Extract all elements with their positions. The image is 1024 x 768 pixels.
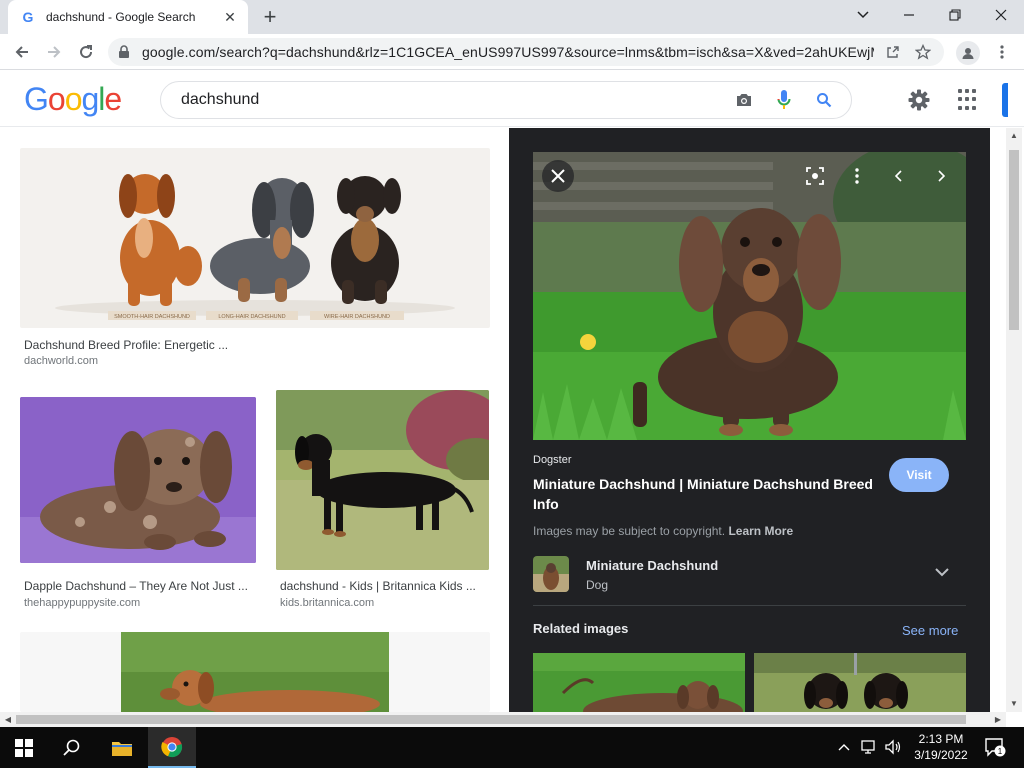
address-bar[interactable]: google.com/search?q=dachshund&rlz=1C1GCE… [108, 38, 944, 66]
back-button[interactable] [8, 38, 36, 66]
windows-taskbar: 2:13 PM 3/19/2022 1 [0, 727, 1024, 768]
search-box [160, 81, 852, 119]
camera-search-icon[interactable] [727, 85, 761, 115]
profile-avatar-icon[interactable] [956, 41, 980, 65]
result-source-1[interactable]: dachworld.com [24, 355, 98, 367]
entity-type: Dog [586, 578, 609, 592]
next-image-icon[interactable] [925, 160, 957, 192]
entity-thumbnail [533, 556, 569, 592]
reload-button[interactable] [72, 38, 100, 66]
preview-title[interactable]: Miniature Dachshund | Miniature Dachshun… [533, 474, 883, 514]
windows-start-icon[interactable] [0, 727, 48, 768]
search-input[interactable] [181, 91, 721, 109]
forward-button[interactable] [40, 38, 68, 66]
restore-button[interactable] [932, 0, 978, 30]
sign-in-button[interactable] [1002, 83, 1008, 117]
bookmark-star-icon[interactable] [912, 41, 934, 63]
result-source-3[interactable]: kids.britannica.com [280, 597, 374, 609]
notification-count: 1 [998, 747, 1003, 756]
browser-tab[interactable]: G dachshund - Google Search ✕ [8, 0, 248, 34]
show-hidden-icons-icon[interactable] [838, 739, 850, 754]
share-icon[interactable] [882, 41, 904, 63]
result-title-2[interactable]: Dapple Dachshund – They Are Not Just ... [24, 579, 254, 593]
image-preview-panel: Dogster Miniature Dachshund | Miniature … [509, 128, 990, 712]
previous-image-icon[interactable] [883, 160, 915, 192]
more-options-icon[interactable] [841, 160, 873, 192]
result-title-3[interactable]: dachshund - Kids | Britannica Kids ... [280, 579, 485, 593]
url-text: google.com/search?q=dachshund&rlz=1C1GCE… [142, 44, 874, 60]
tab-title: dachshund - Google Search [46, 10, 196, 24]
visit-button[interactable]: Visit [889, 458, 949, 492]
new-tab-button[interactable]: + [258, 5, 282, 29]
result-image-1[interactable]: SMOOTH-HAIR DACHSHUND LONG-HAIR DACHSHUN… [20, 148, 490, 328]
caption-smooth-hair: SMOOTH-HAIR DACHSHUND [114, 314, 190, 320]
tab-strip: G dachshund - Google Search ✕ + [0, 0, 1024, 34]
related-image-1[interactable] [533, 653, 745, 712]
network-icon[interactable] [860, 739, 878, 758]
related-images-heading: Related images [533, 621, 629, 636]
tab-close-icon[interactable]: ✕ [220, 7, 240, 27]
result-image-3[interactable] [276, 390, 489, 570]
volume-icon[interactable] [884, 739, 902, 758]
minimize-button[interactable] [886, 0, 932, 30]
copyright-text: Images may be subject to copyright. [533, 524, 726, 538]
browser-toolbar: google.com/search?q=dachshund&rlz=1C1GCE… [0, 34, 1024, 70]
preview-image[interactable] [533, 152, 966, 440]
scroll-left-arrow-icon[interactable]: ◀ [0, 712, 16, 727]
google-favicon-icon: G [22, 9, 34, 25]
image-results: SMOOTH-HAIR DACHSHUND LONG-HAIR DACHSHUN… [0, 128, 509, 712]
notification-center-icon[interactable]: 1 [984, 737, 1006, 760]
scroll-up-arrow-icon[interactable]: ▲ [1006, 128, 1022, 142]
search-taskbar-icon[interactable] [48, 727, 96, 768]
scroll-down-arrow-icon[interactable]: ▼ [1006, 696, 1022, 710]
microphone-icon[interactable] [767, 85, 801, 115]
scroll-right-arrow-icon[interactable]: ▶ [990, 712, 1006, 727]
chevron-down-icon[interactable] [935, 564, 955, 584]
result-image-4[interactable] [20, 632, 490, 712]
clock-time: 2:13 PM [918, 732, 964, 746]
google-apps-icon[interactable] [958, 89, 980, 111]
settings-gear-icon[interactable] [906, 87, 932, 113]
close-icon[interactable] [542, 160, 574, 192]
related-image-2[interactable] [754, 653, 966, 712]
entity-name: Miniature Dachshund [586, 558, 719, 573]
google-header: Google [0, 71, 1024, 127]
see-more-link[interactable]: See more [902, 623, 958, 638]
vertical-scroll-thumb[interactable] [1009, 150, 1019, 330]
close-window-button[interactable] [978, 0, 1024, 30]
result-source-2[interactable]: thehappypuppysite.com [24, 597, 140, 609]
caption-long-hair: LONG-HAIR DACHSHUND [218, 314, 285, 320]
horizontal-scroll-thumb[interactable] [16, 715, 966, 724]
knowledge-entity-row[interactable]: Miniature Dachshund Dog [533, 556, 966, 606]
lock-icon[interactable] [118, 45, 132, 59]
lens-search-icon[interactable] [799, 160, 831, 192]
preview-source-name[interactable]: Dogster [533, 454, 572, 466]
chrome-menu-icon[interactable] [992, 40, 1012, 64]
clock-date: 3/19/2022 [914, 748, 968, 762]
result-image-2[interactable] [20, 397, 256, 563]
search-icon[interactable] [807, 85, 841, 115]
file-explorer-icon[interactable] [98, 727, 146, 768]
result-title-1[interactable]: Dachshund Breed Profile: Energetic ... [24, 338, 484, 352]
system-clock[interactable]: 2:13 PM 3/19/2022 [906, 731, 976, 763]
copyright-notice: Images may be subject to copyright. Lear… [533, 524, 793, 538]
learn-more-link[interactable]: Learn More [728, 524, 793, 538]
tab-search-icon[interactable] [840, 0, 886, 30]
google-logo[interactable]: Google [24, 81, 122, 118]
caption-wire-hair: WIRE-HAIR DACHSHUND [324, 314, 390, 320]
chrome-taskbar-icon[interactable] [148, 727, 196, 768]
